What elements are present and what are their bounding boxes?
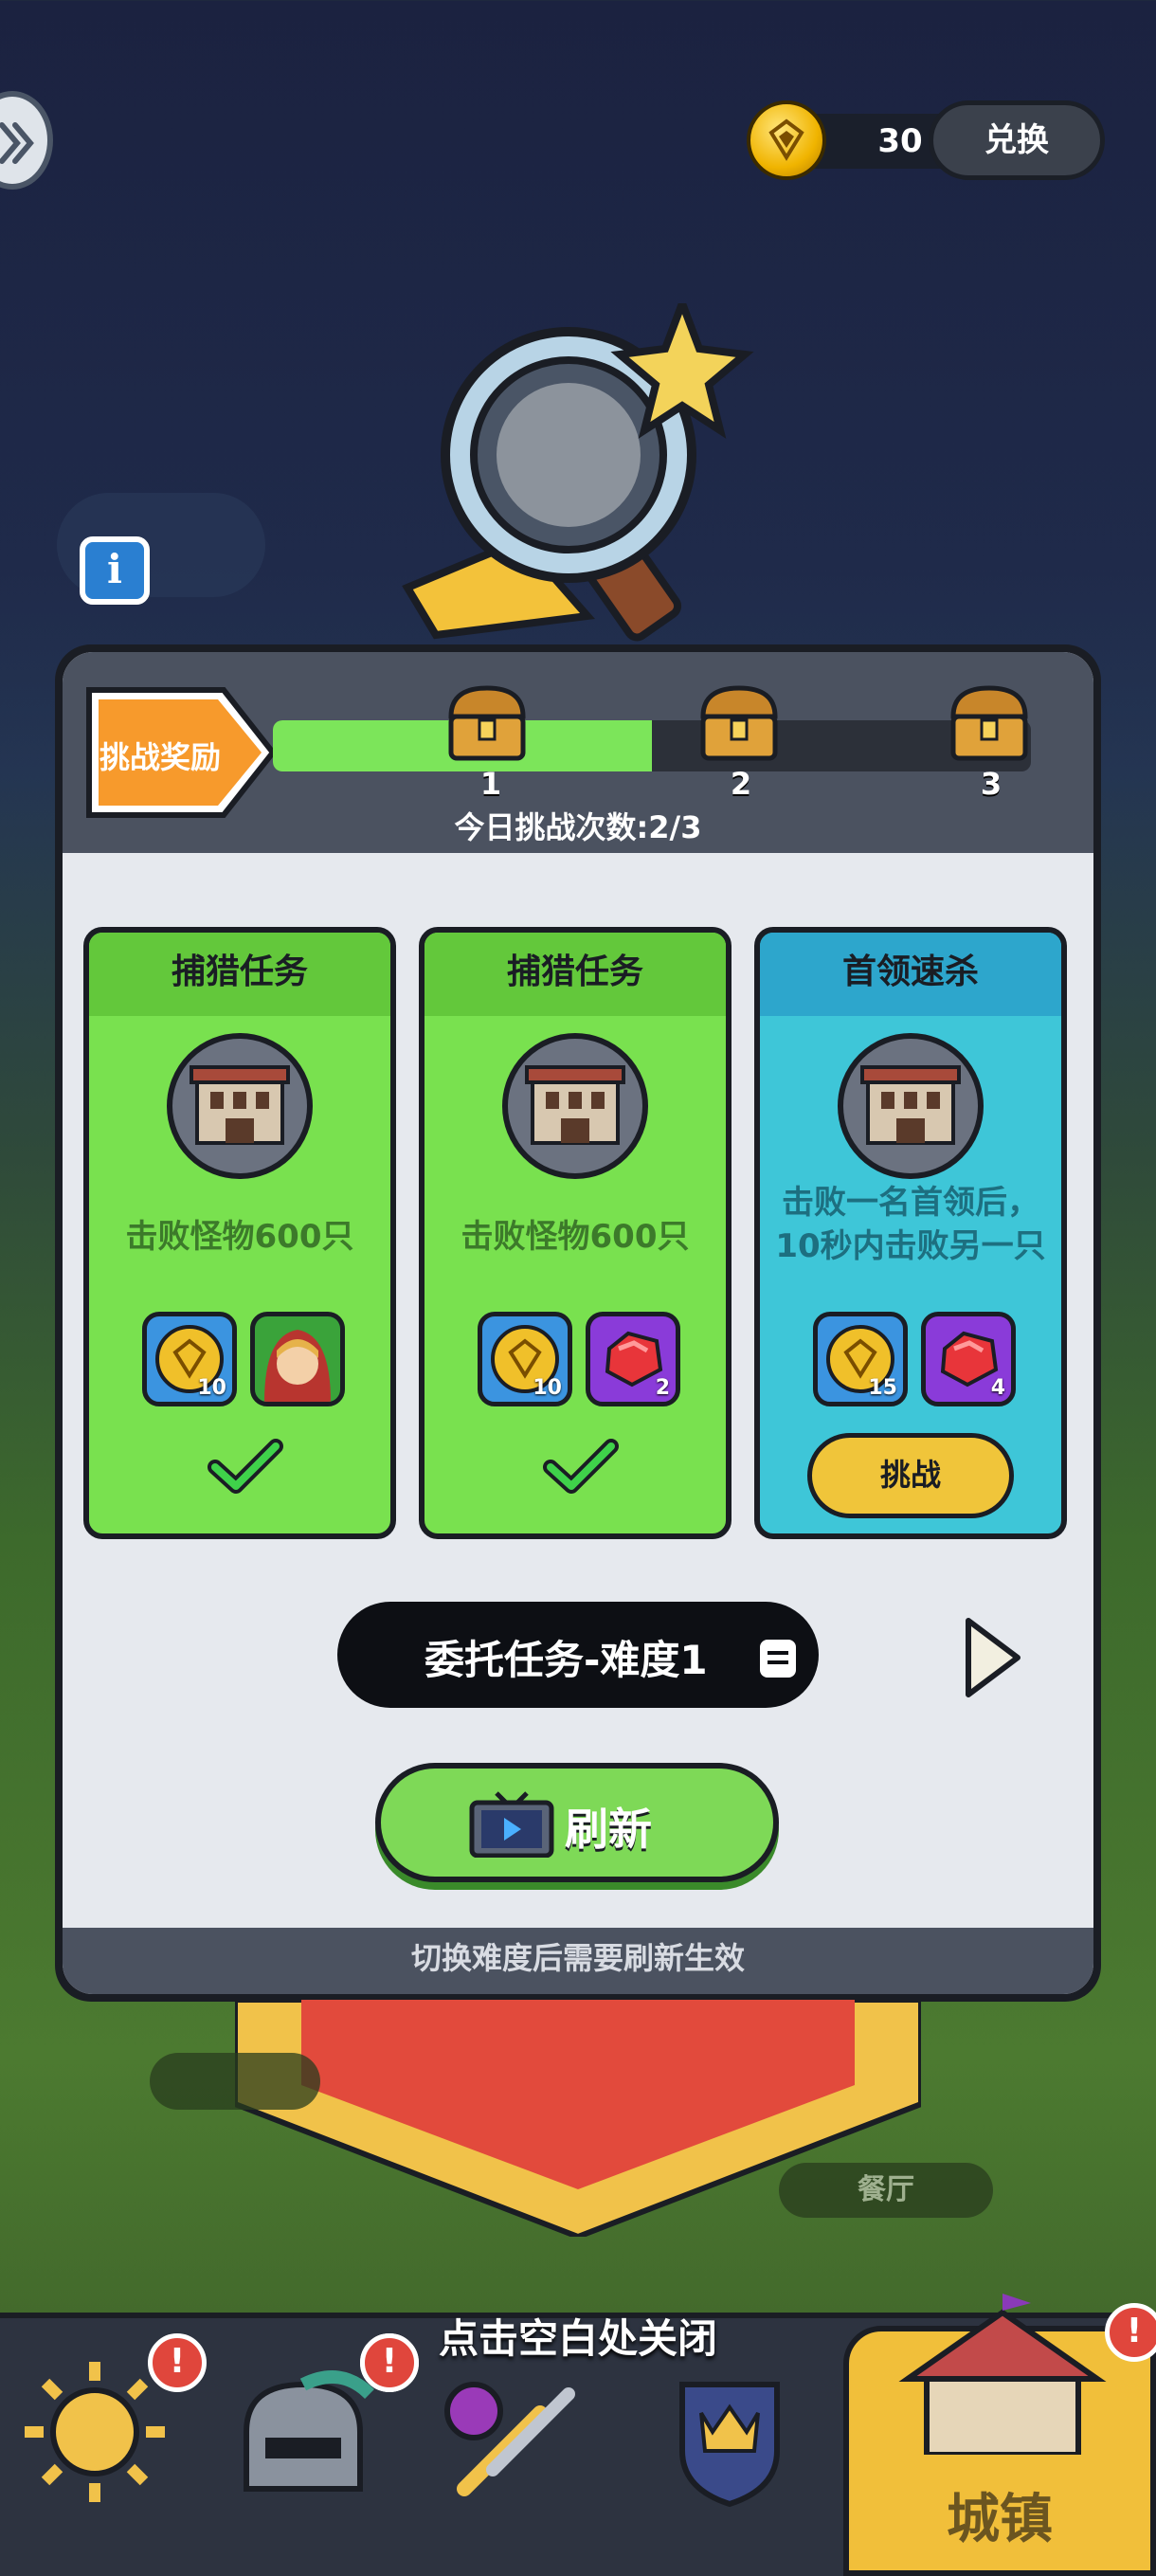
reward-progress-header: 挑战奖励 1 2 3 今日挑战次数:2/3 — [63, 652, 1093, 853]
reward-chest-2[interactable] — [694, 679, 785, 766]
task-card-3[interactable]: 首领速杀 击败一名首领后，10秒内击败另一只 15 4 挑战 — [754, 927, 1067, 1539]
reward-gem-slot: 2 — [586, 1312, 680, 1406]
reward-count: 15 — [868, 1376, 897, 1400]
reward-hero-slot — [250, 1312, 345, 1406]
crown-shield-icon — [679, 2382, 780, 2508]
coin-icon — [747, 100, 826, 180]
reward-tag-label: 挑战奖励 — [99, 739, 221, 775]
magnifier-star-emblem-icon — [402, 303, 754, 642]
nav-item-sun[interactable]: ! — [19, 2333, 207, 2546]
treasure-chest-icon — [950, 685, 1028, 761]
nav-town-label: 城镇 — [947, 2489, 1053, 2550]
back-button[interactable] — [0, 91, 53, 190]
task-card-1[interactable]: 捕猎任务 击败怪物600只 10 — [83, 927, 396, 1539]
refresh-label: 刷新 — [565, 1804, 652, 1855]
helmet-icon — [244, 2370, 374, 2492]
task-card-description: 击败一名首领后，10秒内击败另一只 — [775, 1184, 1046, 1265]
reward-chest-1-number: 1 — [479, 766, 502, 802]
building-emblem-icon — [167, 1033, 313, 1179]
reward-coin-slot: 10 — [142, 1312, 237, 1406]
task-card-description: 击败怪物600只 — [461, 1218, 690, 1256]
building-emblem-icon — [502, 1033, 648, 1179]
challenge-button[interactable]: 挑战 — [807, 1433, 1014, 1518]
daily-challenge-count: 今日挑战次数:2/3 — [454, 809, 702, 845]
reward-chest-3[interactable] — [944, 679, 1035, 766]
restaurant-map-label[interactable]: 餐厅 — [779, 2163, 993, 2218]
challenge-panel-body: 挑战奖励 1 2 3 今日挑战次数:2/3 捕猎任务 击败怪物600只 10 捕… — [63, 652, 1093, 1994]
reward-chest-2-number: 2 — [730, 766, 752, 802]
refresh-button[interactable]: 刷新 — [375, 1763, 779, 1882]
difficulty-footer-note: 切换难度后需要刷新生效 — [63, 1928, 1093, 1994]
reward-count: 4 — [990, 1376, 1005, 1400]
difficulty-selector[interactable]: 委托任务-难度1 — [337, 1602, 819, 1708]
treasure-chest-icon — [700, 685, 778, 761]
hero-portrait-icon — [264, 1330, 331, 1402]
info-button[interactable]: i — [80, 536, 150, 605]
checkmark-icon — [208, 1439, 283, 1494]
task-card-title: 首领速杀 — [760, 933, 1061, 1016]
reward-gem-slot: 4 — [921, 1312, 1016, 1406]
exchange-button[interactable]: 兑换 — [929, 100, 1105, 180]
difficulty-label: 委托任务-难度1 — [424, 1637, 708, 1683]
double-chevron-icon — [0, 122, 34, 164]
reward-count: 2 — [655, 1376, 670, 1400]
task-card-title: 捕猎任务 — [89, 933, 390, 1016]
sun-icon — [25, 2362, 165, 2502]
treasure-chest-icon — [448, 685, 526, 761]
reward-chest-3-number: 3 — [980, 766, 1002, 802]
reward-count: 10 — [533, 1376, 562, 1400]
video-ad-tv-icon — [469, 1791, 554, 1858]
task-card-2[interactable]: 捕猎任务 击败怪物600只 10 2 — [419, 927, 732, 1539]
reward-coin-slot: 10 — [478, 1312, 572, 1406]
list-icon[interactable] — [760, 1640, 796, 1678]
reward-coin-slot: 15 — [813, 1312, 908, 1406]
checkmark-icon — [543, 1439, 619, 1494]
reward-count: 10 — [197, 1376, 226, 1400]
reward-progress-bar — [273, 720, 1031, 771]
task-card-description: 击败怪物600只 — [125, 1218, 354, 1256]
nav-item-weapon[interactable]: ! — [360, 2333, 606, 2546]
reward-chest-1[interactable] — [442, 679, 533, 766]
tap-to-close-hint[interactable]: 点击空白处关闭 — [0, 2307, 1156, 2365]
info-icon: i — [107, 546, 122, 592]
nav-item-guild[interactable] — [654, 2356, 824, 2546]
map-label-pill — [150, 2053, 320, 2110]
building-emblem-icon — [838, 1033, 984, 1179]
challenge-panel: 挑战奖励 1 2 3 今日挑战次数:2/3 捕猎任务 击败怪物600只 10 捕… — [55, 644, 1101, 2002]
task-card-title: 捕猎任务 — [424, 933, 726, 1016]
currency-display: 30 兑换 — [747, 100, 1105, 182]
next-difficulty-arrow-icon[interactable] — [959, 1615, 1025, 1700]
weapon-icon — [444, 2382, 575, 2496]
